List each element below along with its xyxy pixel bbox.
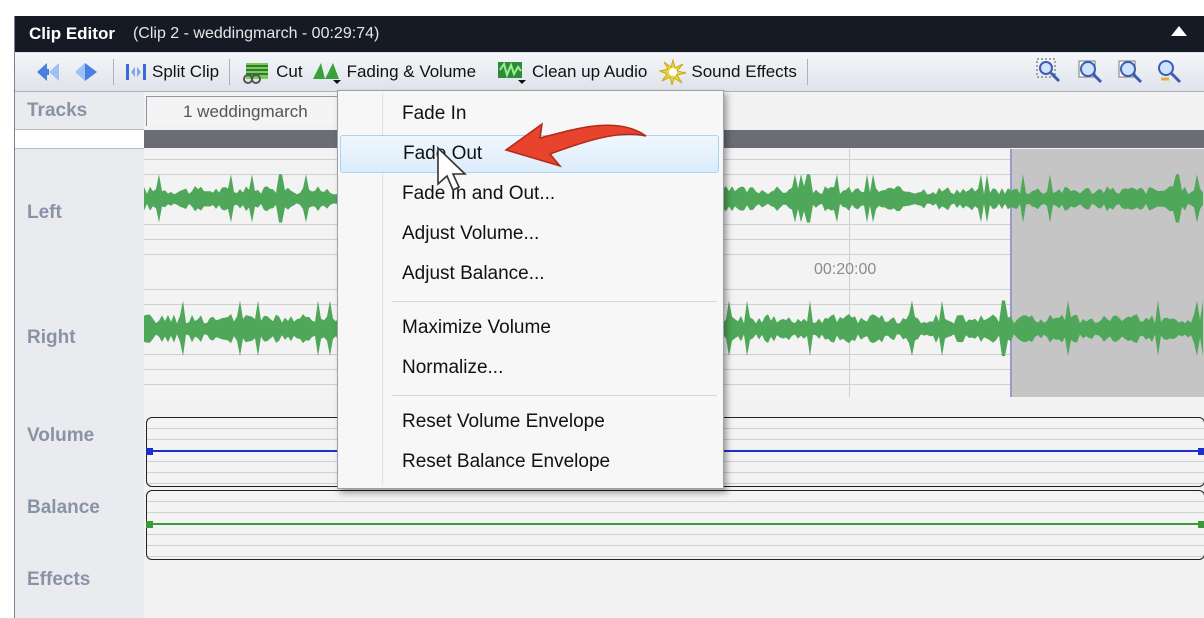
fading-volume-icon [312,63,341,84]
menu-item-label: Fade In and Out... [402,183,556,204]
menu-item-fade-in-and-out[interactable]: Fade In and Out... [340,175,719,213]
move-left-button[interactable] [31,57,69,87]
balance-handle-end[interactable] [1198,521,1204,528]
clean-up-audio-label: Clean up Audio [532,62,648,81]
menu-item-reset-balance-envelope[interactable]: Reset Balance Envelope [340,443,719,481]
toolbar-separator [229,59,231,85]
balance-label: Balance [27,497,100,518]
clean-up-audio-icon [498,61,527,84]
sound-effects-label: Sound Effects [691,62,797,81]
menu-separator [392,395,717,396]
menu-item-label: Normalize... [402,357,504,378]
track-tab[interactable]: 1 weddingmarch [146,96,342,126]
left-channel-label: Left [27,202,62,223]
window-subtitle: (Clip 2 - weddingmarch - 00:29:74) [132,25,380,42]
track-tab-label: 1 weddingmarch [183,101,308,121]
split-icon [126,64,146,80]
menu-item-label: Fade In [402,103,467,124]
menu-separator [392,301,717,302]
move-right-icon [75,63,97,81]
volume-label: Volume [27,425,95,446]
zoom-fit-icon[interactable] [1155,57,1183,85]
menu-item-normalize[interactable]: Normalize... [340,349,719,387]
mouse-cursor-icon [437,146,467,192]
title-bar: Clip Editor (Clip 2 - weddingmarch - 00:… [15,16,1204,52]
balance-handle-start[interactable] [146,521,153,528]
balance-envelope[interactable] [146,490,1204,560]
volume-handle-start[interactable] [146,448,153,455]
split-clip-button[interactable]: Split Clip [120,57,223,87]
cut-button[interactable]: Cut [236,57,306,87]
move-right-button[interactable] [69,57,107,87]
fading-volume-button[interactable]: Fading & Volume [307,57,480,87]
zoom-in-icon[interactable] [1075,57,1103,85]
menu-item-adjust-balance[interactable]: Adjust Balance... [340,255,719,293]
annotation-arrow [504,122,647,168]
balance-envelope-line [147,523,1204,525]
timecode-label: 00:20:00 [814,261,877,278]
toolbar: Split Clip Cut Fading & Volume Clean up … [15,53,1204,92]
split-clip-label: Split Clip [152,62,220,81]
move-left-icon [37,63,59,81]
window-title: Clip Editor [29,24,115,43]
volume-handle-end[interactable] [1198,448,1204,455]
clean-up-audio-button[interactable]: Clean up Audio [492,57,651,87]
zoom-tools [1035,57,1183,85]
lane-spacer [15,129,144,149]
effects-label: Effects [27,569,91,590]
menu-item-label: Adjust Volume... [402,223,540,244]
fading-volume-label: Fading & Volume [346,62,477,81]
menu-item-maximize-volume[interactable]: Maximize Volume [340,309,719,347]
collapse-icon[interactable] [1171,26,1187,36]
toolbar-separator [113,59,114,85]
right-channel-label: Right [27,327,76,348]
sound-effects-button[interactable]: Sound Effects [655,57,801,87]
zoom-out-icon[interactable] [1115,57,1143,85]
zoom-selection-icon[interactable] [1035,57,1063,85]
menu-item-label: Maximize Volume [402,317,551,338]
toolbar-separator [806,59,808,85]
menu-item-label: Reset Volume Envelope [402,411,605,432]
menu-item-label: Reset Balance Envelope [402,451,611,472]
menu-item-reset-volume-envelope[interactable]: Reset Volume Envelope [340,403,719,441]
menu-item-label: Adjust Balance... [402,263,545,284]
track-label-column: Tracks Left Right Volume Balance Effects [15,92,144,618]
tracks-header: Tracks [27,100,88,121]
sound-effects-icon [659,59,687,85]
menu-item-adjust-volume[interactable]: Adjust Volume... [340,215,719,253]
cut-label: Cut [276,62,303,81]
cut-icon [243,63,269,84]
